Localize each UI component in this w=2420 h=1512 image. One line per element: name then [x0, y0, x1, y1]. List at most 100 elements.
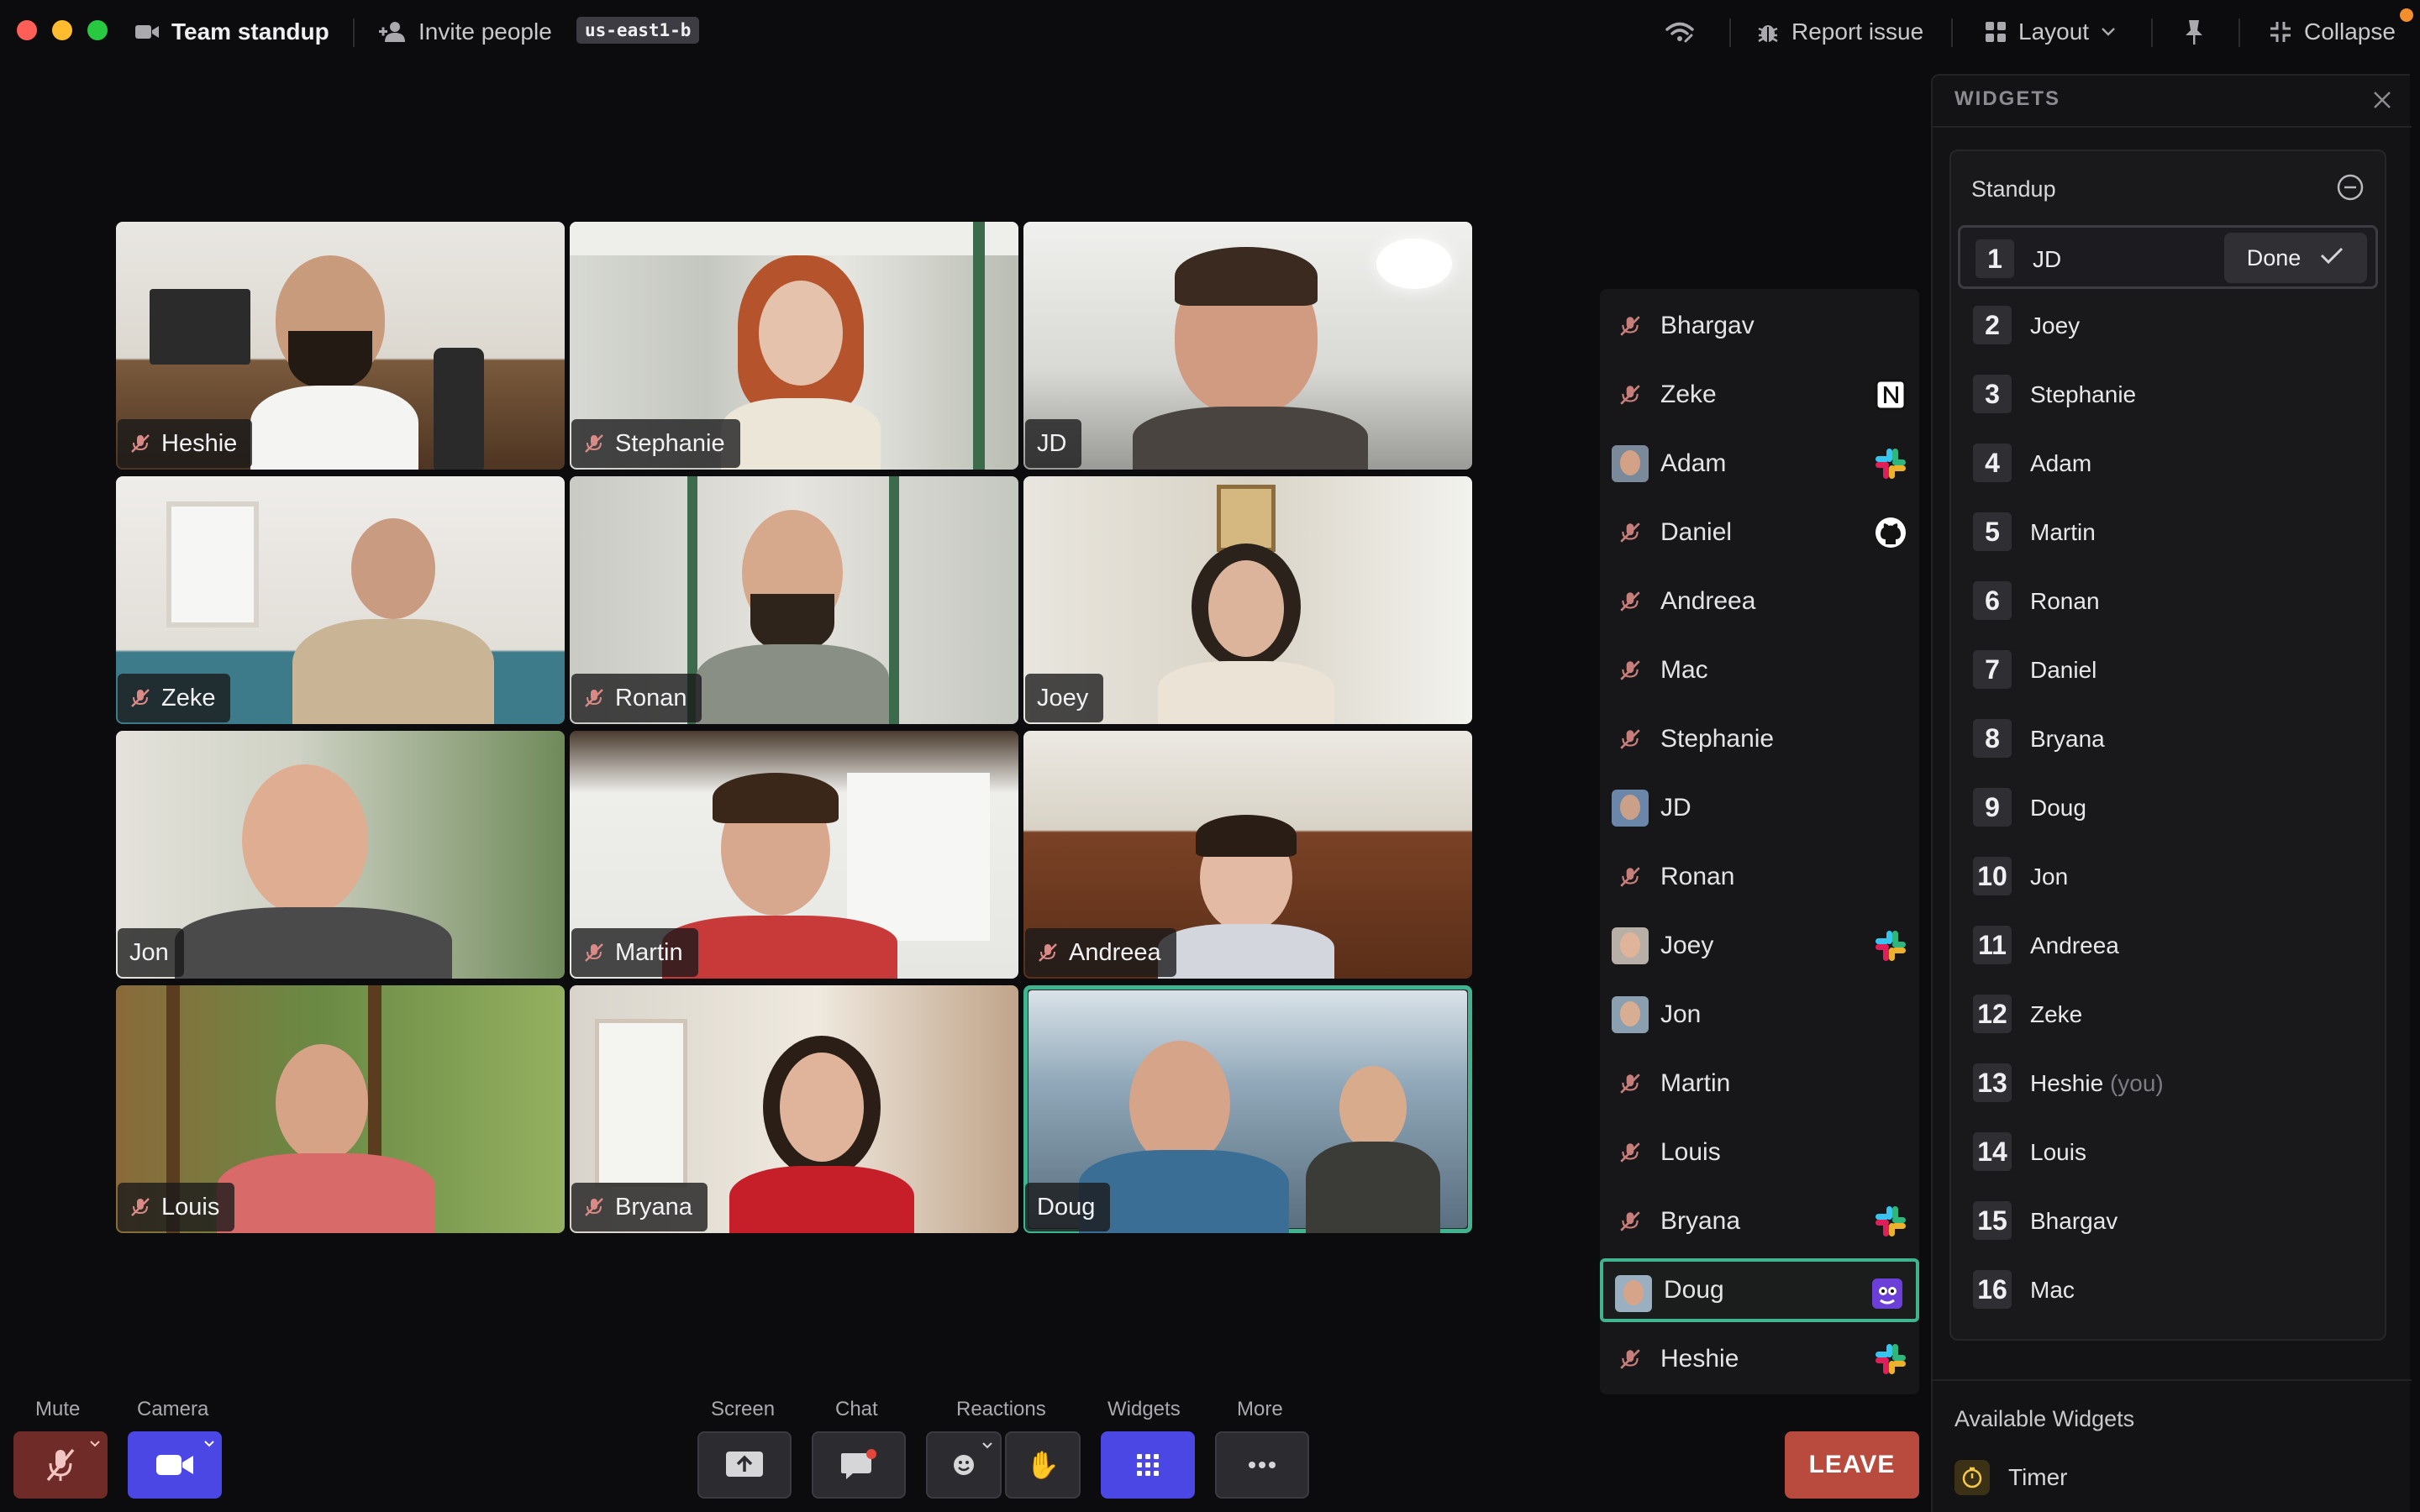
widgets-panel: WIDGETS Standup 1 JD Done 2 Joey 3 Stephanie 4 A…	[1931, 74, 2412, 1512]
standup-title: Standup	[1971, 176, 2056, 202]
mic-off-icon	[1612, 376, 1649, 413]
video-tile-jon[interactable]: Jon	[116, 731, 565, 979]
collapse-label: Collapse	[2304, 18, 2396, 45]
participant-row[interactable]: Joey	[1600, 914, 1919, 978]
invite-people-button[interactable]: Invite people	[378, 0, 552, 64]
standup-row[interactable]: 7 Daniel	[1958, 638, 2378, 702]
standup-row[interactable]: 11 Andreea	[1958, 914, 2378, 978]
close-icon[interactable]	[2371, 89, 2393, 111]
participant-name: Joey	[1037, 684, 1089, 711]
connection-status-button[interactable]	[1665, 0, 1694, 64]
participant-row[interactable]: Zeke	[1600, 363, 1919, 427]
standup-row[interactable]: 2 Joey	[1958, 294, 2378, 358]
widgets-button[interactable]	[1101, 1431, 1195, 1499]
video-tile-martin[interactable]: Martin	[570, 731, 1018, 979]
minus-circle-icon[interactable]	[2336, 173, 2365, 202]
standup-row[interactable]: 3 Stephanie	[1958, 363, 2378, 427]
participant-row[interactable]: Jon	[1600, 983, 1919, 1047]
divider	[1933, 1379, 2412, 1381]
participant-row[interactable]: Bryana	[1600, 1189, 1919, 1253]
add-person-icon	[379, 22, 405, 42]
standup-row[interactable]: 16 Mac	[1958, 1258, 2378, 1322]
layout-dropdown[interactable]: Layout	[1985, 0, 2116, 64]
video-tile-heshie[interactable]: Heshie	[116, 222, 565, 470]
participant-name-tag: Andreea	[1025, 928, 1176, 977]
standup-order-number: 4	[1973, 444, 2012, 482]
report-issue-button[interactable]: Report issue	[1756, 0, 1923, 64]
standup-row[interactable]: 15 Bhargav	[1958, 1189, 2378, 1253]
chat-button[interactable]	[812, 1431, 906, 1499]
participant-row[interactable]: JD	[1600, 776, 1919, 840]
standup-row[interactable]: 6 Ronan	[1958, 570, 2378, 633]
standup-row[interactable]: 8 Bryana	[1958, 707, 2378, 771]
video-tile-stephanie[interactable]: Stephanie	[570, 222, 1018, 470]
screen-share-button[interactable]	[697, 1431, 792, 1499]
standup-name-text: Bryana	[2030, 726, 2105, 752]
participant-row[interactable]: Daniel	[1600, 501, 1919, 564]
participant-row[interactable]: Adam	[1600, 432, 1919, 496]
standup-row[interactable]: 4 Adam	[1958, 432, 2378, 496]
mic-off-icon	[585, 1198, 603, 1216]
participant-row[interactable]: Stephanie	[1600, 707, 1919, 771]
participant-row[interactable]: Ronan	[1600, 845, 1919, 909]
chevron-down-icon[interactable]	[203, 1440, 215, 1448]
widget-item-timer[interactable]: Timer	[1954, 1460, 2068, 1495]
video-camera-icon	[135, 25, 159, 39]
video-tile-ronan[interactable]: Ronan	[570, 476, 1018, 724]
standup-row[interactable]: 13 Heshie (you)	[1958, 1052, 2378, 1116]
more-button[interactable]	[1215, 1431, 1309, 1499]
standup-row[interactable]: 10 Jon	[1958, 845, 2378, 909]
standup-participant-name: JD	[2033, 246, 2061, 273]
reactions-button[interactable]	[926, 1431, 1002, 1499]
maximize-window-button[interactable]	[87, 20, 108, 40]
invite-people-label: Invite people	[418, 18, 552, 45]
camera-button[interactable]	[128, 1431, 222, 1499]
raise-hand-button[interactable]: ✋	[1005, 1431, 1081, 1499]
video-tile-bryana[interactable]: Bryana	[570, 985, 1018, 1233]
standup-row[interactable]: 14 Louis	[1958, 1121, 2378, 1184]
standup-row[interactable]: 1 JD Done	[1958, 225, 2378, 289]
minimize-window-button[interactable]	[52, 20, 72, 40]
standup-name-text: JD	[2033, 246, 2062, 272]
participant-row[interactable]: Louis	[1600, 1121, 1919, 1184]
close-window-button[interactable]	[17, 20, 37, 40]
participant-name-tag: Doug	[1025, 1183, 1111, 1231]
participant-name-tag: Zeke	[118, 674, 231, 722]
participant-row[interactable]: Bhargav	[1600, 294, 1919, 358]
mic-off-icon	[1612, 1065, 1649, 1102]
participant-name-tag: Joey	[1025, 674, 1104, 722]
chevron-down-icon[interactable]	[981, 1441, 993, 1450]
participant-row[interactable]: Martin	[1600, 1052, 1919, 1116]
mic-off-icon	[131, 1198, 150, 1216]
participant-name: Louis	[1660, 1138, 1721, 1166]
standup-order-number: 14	[1973, 1132, 2012, 1171]
participant-row[interactable]: Doug	[1600, 1258, 1919, 1322]
wifi-signal-icon	[1665, 22, 1694, 43]
participant-name: Zeke	[1660, 381, 1717, 408]
participant-row[interactable]: Andreea	[1600, 570, 1919, 633]
video-tile-doug[interactable]: Doug	[1023, 985, 1472, 1233]
participant-row[interactable]: Heshie	[1600, 1327, 1919, 1391]
collapse-button[interactable]: Collapse	[2269, 0, 2396, 64]
standup-order-number: 11	[1973, 926, 2012, 964]
participant-row[interactable]: Mac	[1600, 638, 1919, 702]
standup-order-number: 10	[1973, 857, 2012, 895]
mute-button[interactable]	[13, 1431, 108, 1499]
standup-order-number: 2	[1973, 306, 2012, 344]
meeting-title: Team standup	[171, 18, 329, 45]
more-label: More	[1237, 1398, 1283, 1420]
video-tile-andreea[interactable]: Andreea	[1023, 731, 1472, 979]
video-tile-jd[interactable]: JD	[1023, 222, 1472, 470]
standup-row[interactable]: 9 Doug	[1958, 776, 2378, 840]
leave-button[interactable]: LEAVE	[1785, 1431, 1919, 1499]
done-button[interactable]: Done	[2224, 233, 2367, 283]
video-tile-zeke[interactable]: Zeke	[116, 476, 565, 724]
chevron-down-icon[interactable]	[89, 1440, 101, 1448]
standup-row[interactable]: 5 Martin	[1958, 501, 2378, 564]
avatar	[1612, 790, 1649, 827]
chat-bubble-icon	[841, 1449, 876, 1479]
video-tile-joey[interactable]: Joey	[1023, 476, 1472, 724]
standup-row[interactable]: 12 Zeke	[1958, 983, 2378, 1047]
pin-window-button[interactable]	[2183, 0, 2205, 64]
video-tile-louis[interactable]: Louis	[116, 985, 565, 1233]
